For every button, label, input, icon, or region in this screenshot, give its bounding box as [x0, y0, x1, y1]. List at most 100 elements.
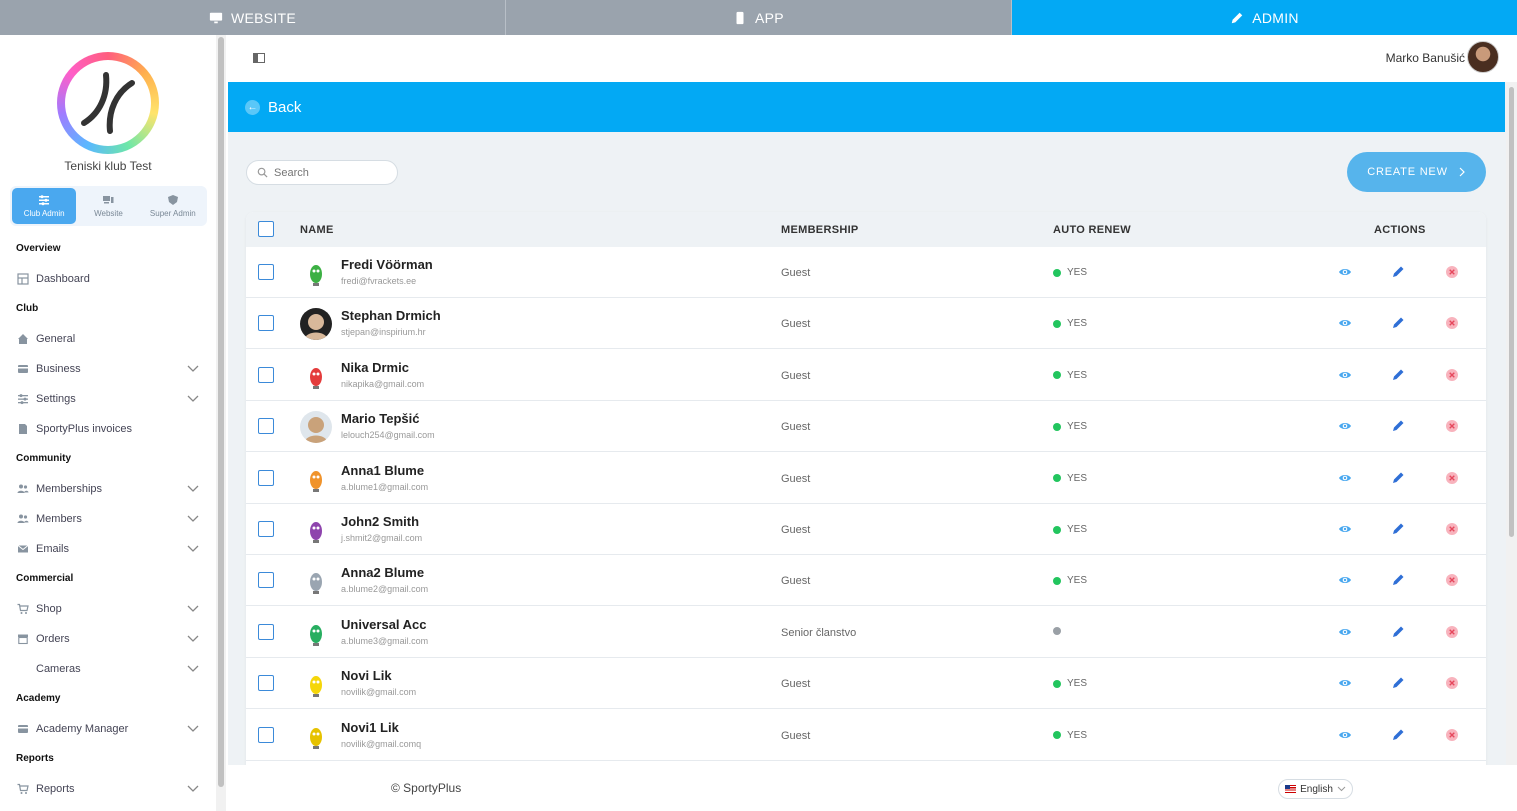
- member-name[interactable]: Novi1 Lik: [341, 720, 399, 735]
- search-input[interactable]: [274, 166, 384, 179]
- delete-icon[interactable]: [1445, 471, 1459, 485]
- edit-pencil-icon[interactable]: [1391, 265, 1405, 279]
- member-email: a.blume2@gmail.com: [341, 584, 429, 595]
- table-row[interactable]: Fredi Vöörman fredi@fvrackets.ee Guest Y…: [246, 247, 1486, 298]
- table-row[interactable]: Novi1 Lik novilik@gmail.comq Guest YES: [246, 710, 1486, 761]
- member-membership: Guest: [781, 267, 811, 279]
- table-row[interactable]: Nika Drmic nikapika@gmail.com Guest YES: [246, 350, 1486, 401]
- row-checkbox[interactable]: [258, 366, 274, 383]
- member-name[interactable]: Anna1 Blume: [341, 463, 424, 478]
- row-checkbox[interactable]: [258, 469, 274, 486]
- search-box[interactable]: [246, 160, 398, 185]
- member-name[interactable]: Novi Lik: [341, 668, 392, 683]
- edit-pencil-icon[interactable]: [1391, 522, 1405, 536]
- sidebar-item-invoices[interactable]: SportyPlus invoices: [16, 419, 200, 439]
- scrollbar-thumb[interactable]: [1509, 87, 1514, 537]
- sidebar-scrollbar[interactable]: [216, 35, 226, 811]
- role-club-admin[interactable]: Club Admin: [12, 188, 77, 224]
- tab-label: WEBSITE: [230, 9, 297, 26]
- row-checkbox[interactable]: [258, 418, 274, 435]
- row-checkbox[interactable]: [258, 726, 274, 743]
- role-website[interactable]: Website: [76, 188, 140, 224]
- role-super-admin[interactable]: Super Admin: [141, 188, 205, 224]
- row-checkbox[interactable]: [258, 623, 274, 640]
- sidebar-item-general[interactable]: General: [16, 329, 200, 349]
- table-row[interactable]: Mario Tepšić lelouch254@gmail.com Guest …: [246, 401, 1486, 453]
- row-checkbox[interactable]: [258, 315, 274, 332]
- eye-icon[interactable]: [1338, 265, 1352, 279]
- member-name[interactable]: John2 Smith: [341, 514, 419, 529]
- column-header-membership[interactable]: MEMBERSHIP: [781, 224, 859, 236]
- eye-icon[interactable]: [1338, 316, 1352, 330]
- member-name[interactable]: Fredi Vöörman: [341, 257, 433, 272]
- delete-icon[interactable]: [1445, 368, 1459, 382]
- sidebar-item-reports[interactable]: Reports: [16, 779, 200, 799]
- member-name[interactable]: Anna2 Blume: [341, 565, 424, 580]
- table-row[interactable]: Anna2 Blume a.blume2@gmail.com Guest YES: [246, 555, 1486, 607]
- eye-icon[interactable]: [1338, 573, 1352, 587]
- delete-icon[interactable]: [1445, 728, 1459, 742]
- user-name[interactable]: Marko Banušić: [1386, 51, 1465, 65]
- tab-website[interactable]: WEBSITE: [0, 0, 506, 35]
- eye-icon[interactable]: [1338, 728, 1352, 742]
- select-all-checkbox[interactable]: [258, 221, 274, 237]
- tab-app[interactable]: APP: [506, 0, 1012, 35]
- sidebar-item-orders[interactable]: Orders: [16, 629, 200, 649]
- eye-icon[interactable]: [1338, 471, 1352, 485]
- row-checkbox[interactable]: [258, 264, 274, 280]
- table-row[interactable]: Stephan Drmich stjepan@inspirium.hr Gues…: [246, 298, 1486, 350]
- row-checkbox[interactable]: [258, 675, 274, 692]
- sidebar-item-memberships[interactable]: Memberships: [16, 479, 200, 499]
- member-name[interactable]: Mario Tepšić: [341, 411, 420, 426]
- delete-icon[interactable]: [1445, 676, 1459, 690]
- edit-pencil-icon[interactable]: [1391, 573, 1405, 587]
- delete-icon[interactable]: [1445, 316, 1459, 330]
- sidebar-item-emails[interactable]: Emails: [16, 539, 200, 559]
- edit-pencil-icon[interactable]: [1391, 471, 1405, 485]
- sidebar-item-academy-manager[interactable]: Academy Manager: [16, 719, 200, 739]
- table-row[interactable]: John2 Smith j.shmit2@gmail.com Guest YES: [246, 504, 1486, 555]
- back-button[interactable]: Back: [268, 99, 301, 116]
- table-row[interactable]: Universal Acc a.blume3@gmail.com Senior …: [246, 607, 1486, 658]
- sidebar-toggle-icon[interactable]: [253, 52, 265, 64]
- auto-renew-status: YES: [1053, 678, 1087, 689]
- row-checkbox[interactable]: [258, 521, 274, 537]
- member-name[interactable]: Stephan Drmich: [341, 308, 441, 323]
- sidebar-item-dashboard[interactable]: Dashboard: [16, 269, 200, 289]
- language-select[interactable]: English: [1278, 779, 1353, 799]
- tab-admin[interactable]: ADMIN: [1012, 0, 1517, 35]
- eye-icon[interactable]: [1338, 522, 1352, 536]
- arrow-left-icon[interactable]: ←: [245, 99, 260, 115]
- edit-pencil-icon[interactable]: [1391, 368, 1405, 382]
- sidebar-item-shop[interactable]: Shop: [16, 599, 200, 619]
- scrollbar-thumb[interactable]: [218, 37, 224, 787]
- user-avatar[interactable]: [1467, 41, 1499, 73]
- delete-icon[interactable]: [1445, 419, 1459, 433]
- delete-icon[interactable]: [1445, 522, 1459, 536]
- sidebar-item-settings[interactable]: Settings: [16, 389, 200, 409]
- table-row[interactable]: Novi Lik novilik@gmail.com Guest YES: [246, 658, 1486, 710]
- edit-pencil-icon[interactable]: [1391, 419, 1405, 433]
- edit-pencil-icon[interactable]: [1391, 316, 1405, 330]
- edit-pencil-icon[interactable]: [1391, 728, 1405, 742]
- sidebar-item-cameras[interactable]: Cameras: [16, 659, 200, 679]
- sidebar-item-business[interactable]: Business: [16, 359, 200, 379]
- delete-icon[interactable]: [1445, 625, 1459, 639]
- column-header-auto-renew[interactable]: AUTO RENEW: [1053, 224, 1131, 236]
- table-row[interactable]: Anna1 Blume a.blume1@gmail.com Guest YES: [246, 453, 1486, 504]
- edit-pencil-icon[interactable]: [1391, 676, 1405, 690]
- sidebar-item-members[interactable]: Members: [16, 509, 200, 529]
- eye-icon[interactable]: [1338, 419, 1352, 433]
- member-name[interactable]: Nika Drmic: [341, 360, 409, 375]
- main-scrollbar[interactable]: [1506, 82, 1517, 811]
- eye-icon[interactable]: [1338, 676, 1352, 690]
- member-name[interactable]: Universal Acc: [341, 617, 427, 632]
- eye-icon[interactable]: [1338, 368, 1352, 382]
- column-header-name[interactable]: NAME: [300, 224, 334, 236]
- eye-icon[interactable]: [1338, 625, 1352, 639]
- delete-icon[interactable]: [1445, 265, 1459, 279]
- create-new-button[interactable]: CREATE NEW: [1347, 152, 1486, 192]
- edit-pencil-icon[interactable]: [1391, 625, 1405, 639]
- row-checkbox[interactable]: [258, 572, 274, 589]
- delete-icon[interactable]: [1445, 573, 1459, 587]
